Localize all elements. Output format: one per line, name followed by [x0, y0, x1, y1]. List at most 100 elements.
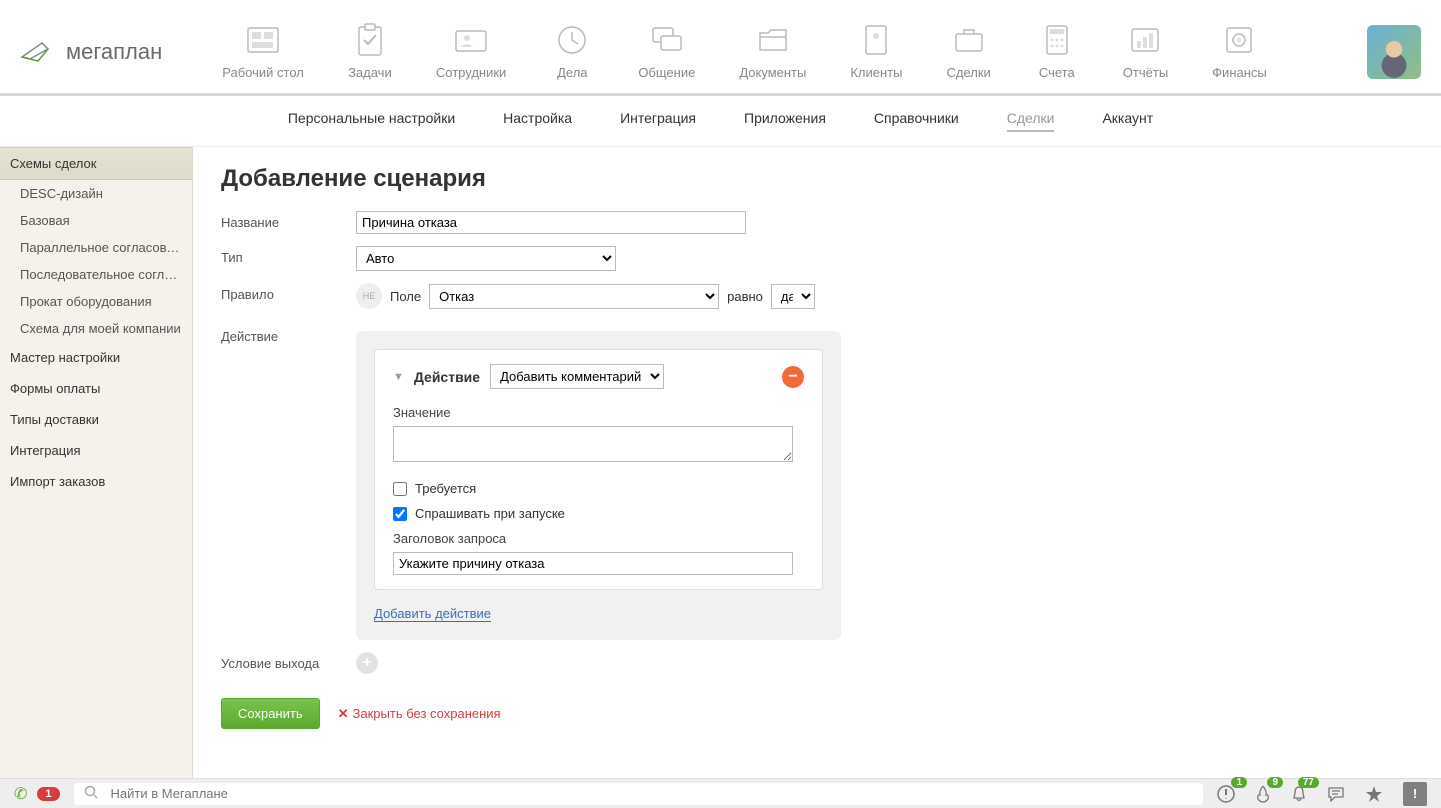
- logo[interactable]: мегаплан: [20, 37, 162, 67]
- sidebar-scheme-item[interactable]: Прокат оборудования: [0, 288, 192, 315]
- phone-badge: 1: [37, 787, 59, 801]
- action-title: Действие: [414, 369, 480, 385]
- sidebar-integration[interactable]: Интеграция: [0, 435, 192, 466]
- save-button[interactable]: Сохранить: [221, 698, 320, 729]
- sub-navbar: Персональные настройки Настройка Интегра…: [0, 96, 1441, 147]
- nav-tasks[interactable]: Задачи: [348, 23, 392, 80]
- nav-clients[interactable]: Клиенты: [850, 23, 902, 80]
- equals-label: равно: [727, 289, 763, 304]
- value-label: Значение: [393, 405, 804, 420]
- sidebar-schemes-header[interactable]: Схемы сделок: [0, 147, 192, 180]
- desktop-icon: [241, 23, 285, 57]
- nav-invoices[interactable]: Счета: [1035, 23, 1079, 80]
- page-title: Добавление сценария: [221, 165, 1413, 193]
- alert-icon[interactable]: 1: [1217, 785, 1235, 803]
- clock-icon: [550, 23, 594, 57]
- nav-chat[interactable]: Общение: [638, 23, 695, 80]
- sidebar-scheme-item[interactable]: Последовательное согласов...: [0, 261, 192, 288]
- collapse-icon[interactable]: ▼: [393, 371, 404, 383]
- subnav-integration[interactable]: Интеграция: [620, 110, 696, 132]
- nav-affairs[interactable]: Дела: [550, 23, 594, 80]
- rule-label: Правило: [221, 283, 356, 309]
- action-label: Действие: [221, 325, 356, 640]
- name-input[interactable]: [356, 211, 746, 234]
- sidebar-scheme-item[interactable]: DESC-дизайн: [0, 180, 192, 207]
- search-input[interactable]: [106, 783, 1193, 804]
- logo-icon: [20, 37, 60, 67]
- value-textarea[interactable]: [393, 426, 793, 462]
- add-exit-button[interactable]: +: [356, 652, 378, 674]
- nav-deals[interactable]: Сделки: [946, 23, 990, 80]
- subnav-account[interactable]: Аккаунт: [1102, 110, 1153, 132]
- nav-label: Задачи: [348, 65, 392, 80]
- action-card: ▼ Действие Добавить комментарий − Значен…: [356, 331, 841, 640]
- subnav-directories[interactable]: Справочники: [874, 110, 959, 132]
- info-button[interactable]: !: [1403, 782, 1427, 806]
- nav-label: Счета: [1039, 65, 1075, 80]
- subnav-personal[interactable]: Персональные настройки: [288, 110, 455, 132]
- ask-checkbox-input[interactable]: [393, 507, 407, 521]
- book-icon: [854, 23, 898, 57]
- logo-text: мегаплан: [66, 39, 162, 65]
- main-content: Добавление сценария Название Тип Авто Пр…: [193, 147, 1441, 782]
- not-badge[interactable]: НЕ: [356, 283, 382, 309]
- subnav-apps[interactable]: Приложения: [744, 110, 826, 132]
- nav-label: Клиенты: [850, 65, 902, 80]
- star-icon[interactable]: [1365, 785, 1383, 803]
- nav-label: Документы: [739, 65, 806, 80]
- search-icon: [84, 785, 98, 802]
- nav-label: Сотрудники: [436, 65, 506, 80]
- message-icon[interactable]: [1327, 786, 1345, 802]
- required-checkbox[interactable]: Требуется: [393, 481, 804, 496]
- type-label: Тип: [221, 246, 356, 271]
- badge: 1: [1231, 777, 1247, 788]
- equals-select[interactable]: да: [771, 284, 815, 309]
- nav-label: Общение: [638, 65, 695, 80]
- field-select[interactable]: Отказ: [429, 284, 719, 309]
- nav-label: Сделки: [946, 65, 990, 80]
- delete-action-button[interactable]: −: [782, 366, 804, 388]
- field-label: Поле: [390, 289, 421, 304]
- nav-items: Рабочий стол Задачи Сотрудники Дела Обще…: [222, 23, 1347, 80]
- required-label: Требуется: [415, 481, 476, 496]
- sidebar-scheme-item[interactable]: Схема для моей компании: [0, 315, 192, 342]
- fire-icon[interactable]: 9: [1255, 785, 1271, 803]
- badge: 77: [1298, 777, 1319, 788]
- cancel-label: Закрыть без сохранения: [353, 706, 501, 721]
- search-bar[interactable]: [74, 783, 1203, 805]
- type-select[interactable]: Авто: [356, 246, 616, 271]
- safe-icon: [1217, 23, 1261, 57]
- nav-finance[interactable]: Финансы: [1212, 23, 1267, 80]
- close-icon: ✕: [338, 706, 349, 722]
- user-avatar[interactable]: [1367, 25, 1421, 79]
- phone-icon[interactable]: ✆: [14, 784, 27, 804]
- nav-label: Отчёты: [1123, 65, 1168, 80]
- add-action-link[interactable]: Добавить действие: [374, 606, 491, 622]
- cancel-link[interactable]: ✕ Закрыть без сохранения: [338, 706, 501, 722]
- action-inner: ▼ Действие Добавить комментарий − Значен…: [374, 349, 823, 590]
- sidebar-import[interactable]: Импорт заказов: [0, 466, 192, 497]
- nav-label: Дела: [557, 65, 587, 80]
- nav-label: Рабочий стол: [222, 65, 304, 80]
- required-checkbox-input[interactable]: [393, 482, 407, 496]
- subnav-settings[interactable]: Настройка: [503, 110, 572, 132]
- subnav-deals[interactable]: Сделки: [1007, 110, 1055, 132]
- sidebar-scheme-item[interactable]: Параллельное согласование: [0, 234, 192, 261]
- tasks-icon: [348, 23, 392, 57]
- briefcase-icon: [947, 23, 991, 57]
- folder-icon: [751, 23, 795, 57]
- nav-reports[interactable]: Отчёты: [1123, 23, 1168, 80]
- nav-desktop[interactable]: Рабочий стол: [222, 23, 304, 80]
- sidebar-delivery[interactable]: Типы доставки: [0, 404, 192, 435]
- bottom-bar: ✆ 1 1 9 77 !: [0, 778, 1441, 808]
- action-select[interactable]: Добавить комментарий: [490, 364, 664, 389]
- ask-label: Спрашивать при запуске: [415, 506, 565, 521]
- bell-icon[interactable]: 77: [1291, 785, 1307, 803]
- prompt-input[interactable]: [393, 552, 793, 575]
- ask-checkbox[interactable]: Спрашивать при запуске: [393, 506, 804, 521]
- nav-employees[interactable]: Сотрудники: [436, 23, 506, 80]
- nav-docs[interactable]: Документы: [739, 23, 806, 80]
- sidebar-master[interactable]: Мастер настройки: [0, 342, 192, 373]
- sidebar-scheme-item[interactable]: Базовая: [0, 207, 192, 234]
- sidebar-payment[interactable]: Формы оплаты: [0, 373, 192, 404]
